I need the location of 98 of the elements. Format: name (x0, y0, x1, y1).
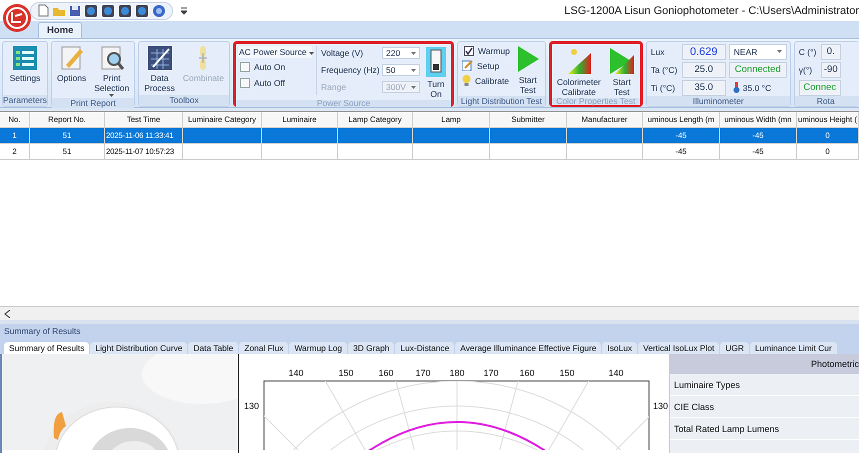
angle-label: 170 (415, 368, 431, 378)
help-icon[interactable] (152, 4, 166, 18)
colorimeter-calibrate-button[interactable]: Colorimeter Calibrate (554, 46, 603, 98)
property-label: Luminaire Types (674, 380, 740, 390)
result-tab[interactable]: 3D Graph (348, 342, 394, 354)
field-label: γ(°) (798, 64, 814, 75)
instrument-icon[interactable] (84, 4, 98, 18)
options-button[interactable]: Options (54, 44, 88, 84)
field-label: Lux (650, 46, 666, 57)
result-tab[interactable]: Summary of Results (4, 342, 90, 354)
save-icon[interactable] (69, 4, 81, 17)
table-header: Photometric (670, 354, 859, 374)
start-test-button[interactable]: Start Test (514, 44, 542, 96)
result-tab[interactable]: Light Distribution Curve (90, 342, 188, 354)
pencil-page-icon (60, 44, 84, 71)
group-label: Rota (794, 96, 859, 106)
angle-label: 130 (653, 401, 668, 411)
angle-label: 160 (519, 368, 535, 378)
gamma-angle-reading: -90 (820, 62, 841, 78)
angle-label: 180 (449, 368, 465, 378)
instrument-icon[interactable] (135, 4, 149, 18)
field-label: Frequency (Hz) (321, 65, 380, 76)
ti-reading: 35.0 (682, 80, 726, 96)
checkmark-icon (465, 46, 474, 55)
caret-icon (308, 52, 314, 55)
play-spectrum-icon (608, 46, 635, 75)
caret-icon (411, 68, 416, 72)
connection-status: Connected (728, 62, 787, 78)
angle-label: 150 (559, 368, 575, 378)
group-label: Print Report (52, 98, 134, 108)
result-tab[interactable]: Lux-Distance (395, 342, 454, 354)
auto-off-checkbox[interactable]: Auto Off (238, 76, 312, 90)
thermometer-icon (732, 82, 740, 94)
power-switch-icon (426, 46, 446, 77)
angle-label: 130 (244, 401, 259, 411)
result-tab[interactable]: Warmup Log (289, 342, 348, 354)
field-label: Ti (°C) (650, 82, 676, 93)
value-dropdown[interactable]: 220 (382, 47, 420, 60)
grid-chart-icon (146, 44, 173, 71)
angle-label: 170 (483, 368, 499, 378)
connection-status: Connec (798, 80, 841, 96)
ta-reading: 25.0 (682, 62, 726, 78)
bulb-icon (462, 75, 472, 86)
caret-icon (776, 50, 782, 54)
property-label: Total Rated Lamp Lumens (674, 424, 780, 434)
field-label: Ta (°C) (650, 64, 678, 75)
field-label: Range (321, 82, 348, 92)
calibrate-button[interactable]: Calibrate (462, 74, 510, 88)
start-color-test-button[interactable]: Start Test (606, 46, 637, 98)
group-label: Parameters (3, 94, 47, 106)
panel-title: Summary of Results (3, 325, 82, 338)
lux-reading: 0.629 (682, 44, 726, 60)
angle-label: 150 (338, 368, 354, 378)
group-label: Light Distribution Test (458, 96, 545, 106)
instrument-icon[interactable] (118, 4, 132, 18)
result-tab[interactable]: IsoLux (602, 342, 638, 354)
customize-toolbar-icon[interactable] (181, 6, 187, 15)
auto-on-checkbox[interactable]: Auto On (238, 60, 312, 74)
range-dropdown[interactable]: NEAR (728, 44, 787, 60)
scroll-left-icon[interactable] (4, 310, 12, 318)
result-tab[interactable]: Average Illuminance Effective Figure (455, 342, 602, 354)
power-source-dropdown[interactable]: AC Power Source (238, 46, 312, 58)
data-process-button[interactable]: Data Process (142, 44, 177, 94)
temperature-reading: 35.0 °C (742, 82, 772, 93)
angle-label: 140 (288, 368, 304, 378)
warmup-checkbox[interactable]: Warmup (462, 44, 510, 58)
result-tab[interactable]: Zonal Flux (239, 342, 288, 354)
value-dropdown[interactable]: 50 (382, 64, 420, 76)
result-tab[interactable]: UGR (720, 342, 749, 354)
turn-on-button[interactable]: Turn On (424, 46, 448, 100)
spectrum-bulb-icon (566, 46, 592, 75)
group-label: Color Properties Test (552, 98, 640, 105)
property-label: CIE Class (674, 402, 714, 412)
angle-label: 140 (608, 368, 624, 378)
play-icon (516, 44, 540, 73)
magnifier-page-icon (100, 44, 124, 71)
caret-icon (411, 86, 416, 89)
group-label: Toolbox (139, 94, 230, 106)
instrument-icon[interactable] (101, 4, 115, 18)
settings-button[interactable]: Settings (8, 44, 42, 84)
window-title: LSG-1200A Lisun Goniophotometer - C:\Users\Administrator (564, 4, 859, 17)
c-angle-reading: 0. (820, 44, 841, 60)
result-tab[interactable]: Data Table (188, 342, 238, 354)
print-selection-button[interactable]: Print Selection (92, 44, 132, 98)
result-tab[interactable]: Luminance Limit Cur (750, 342, 837, 354)
caret-icon (411, 52, 416, 55)
link-icon (197, 44, 210, 71)
ribbon-tab[interactable]: Home (38, 22, 82, 38)
result-tab[interactable]: Vertical IsoLux Plot (638, 342, 720, 354)
group-label: Power Source (236, 100, 452, 107)
field-label: C (°) (798, 46, 818, 57)
field-label: Voltage (V) (321, 48, 364, 58)
checklist-icon (12, 44, 38, 71)
edit-page-icon (462, 60, 474, 72)
setup-button[interactable]: Setup (462, 58, 510, 73)
new-file-icon[interactable] (37, 4, 49, 18)
angle-label: 160 (378, 368, 394, 378)
group-label: Illuminometer (646, 96, 790, 106)
